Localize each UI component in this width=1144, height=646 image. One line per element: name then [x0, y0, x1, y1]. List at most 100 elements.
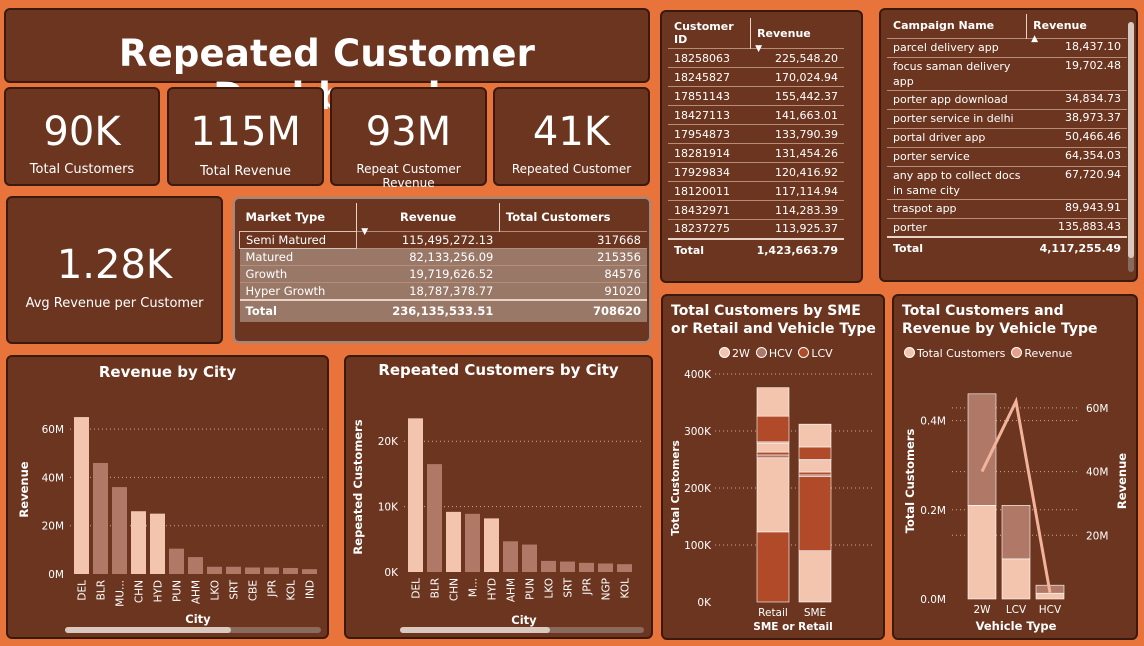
bar[interactable]	[541, 560, 556, 572]
cell: 170,024.94	[750, 67, 844, 87]
sort-asc-icon[interactable]: ▲	[1031, 34, 1038, 44]
col-header-market-type[interactable]: Market Type	[239, 203, 358, 231]
col-header-campaign-name[interactable]: Campaign Name	[887, 14, 1028, 38]
bar[interactable]	[188, 557, 203, 574]
bar[interactable]	[226, 566, 241, 574]
table-row[interactable]: 18245827 170,024.94	[668, 67, 844, 87]
table-row[interactable]: 18237275 113,925.37	[668, 219, 844, 239]
sort-desc-icon[interactable]: ▼	[755, 44, 762, 54]
bar[interactable]	[112, 487, 127, 574]
bar-segment[interactable]	[798, 550, 832, 603]
col-header-revenue[interactable]: Revenue ▲	[1027, 14, 1127, 43]
bar-segment[interactable]	[798, 423, 832, 448]
table-row[interactable]: 18427113 141,663.01	[668, 105, 844, 125]
table-row[interactable]: portal driver app 50,466.46	[887, 127, 1127, 147]
bar[interactable]	[93, 462, 108, 574]
bar[interactable]	[302, 569, 317, 574]
scrollbar-thumb[interactable]	[65, 627, 231, 633]
table-row[interactable]: 18281914 131,454.26	[668, 143, 844, 163]
col-header-revenue[interactable]: Revenue ▼	[356, 203, 500, 237]
bar-segment[interactable]	[756, 451, 790, 456]
table-row[interactable]: 17929834 120,416.92	[668, 162, 844, 182]
bar[interactable]	[617, 564, 632, 572]
table-row[interactable]: 17851143 155,442.37	[668, 86, 844, 106]
table-row[interactable]: porter service 64,354.03	[887, 146, 1127, 166]
y-tick-label: 40M	[42, 472, 64, 484]
sort-desc-icon[interactable]: ▼	[361, 227, 368, 237]
table-row[interactable]: porter app download 34,834.73	[887, 89, 1127, 109]
bar[interactable]	[408, 418, 423, 572]
bar[interactable]	[579, 562, 594, 572]
y2-tick-label: 60M	[1086, 403, 1108, 415]
horizontal-scrollbar[interactable]	[400, 627, 644, 633]
bar[interactable]	[264, 567, 279, 574]
table-row[interactable]: 18432971 114,283.39	[668, 200, 844, 220]
table-row[interactable]: traspot app 89,943.91	[887, 198, 1127, 218]
horizontal-scrollbar[interactable]	[65, 627, 321, 633]
bar[interactable]	[522, 544, 537, 572]
table-row[interactable]: porter 135,883.43	[887, 217, 1127, 237]
table-row[interactable]: Hyper Growth 18,787,378.77 91020	[239, 281, 647, 300]
kpi-total-revenue[interactable]: 115M Total Revenue	[167, 87, 324, 186]
table-row[interactable]: Growth 19,719,626.52 84576	[239, 264, 647, 282]
bar-segment[interactable]	[756, 454, 790, 459]
bar[interactable]	[245, 567, 260, 574]
kpi-repeated-customer[interactable]: 41K Repeated Customer	[493, 87, 650, 186]
bar[interactable]	[74, 417, 89, 574]
bar[interactable]	[283, 567, 298, 574]
table-row[interactable]: focus saman delivery app 19,702.48	[887, 56, 1127, 90]
col-header-customer-id[interactable]: Customer ID	[668, 18, 752, 49]
market-type-table[interactable]: Market Type Revenue ▼ Total Customers Se…	[233, 197, 651, 343]
customers-by-sme-retail-chart[interactable]: Total Customers by SME or Retail and Veh…	[661, 294, 885, 640]
cell: 82,133,256.09	[356, 247, 500, 265]
bar-segment[interactable]	[967, 505, 997, 600]
bar-segment[interactable]	[798, 471, 832, 476]
table-row[interactable]: Matured 82,133,256.09 215356	[239, 247, 647, 265]
bar[interactable]	[169, 548, 184, 574]
bar[interactable]	[427, 464, 442, 572]
table-row[interactable]: 18120011 117,114.94	[668, 181, 844, 201]
table-row[interactable]: any app to collect docs in same city 67,7…	[887, 165, 1127, 199]
table-row[interactable]: porter service in delhi 38,973.37	[887, 108, 1127, 128]
kpi-avg-revenue[interactable]: 1.28K Avg Revenue per Customer	[6, 196, 223, 344]
bar-segment[interactable]	[798, 460, 832, 473]
chart-svg: 0.0M 0.2M 0.4M 20M 40M 60M 2W LCV HCV Vehicle Typ…	[903, 393, 1129, 633]
bar-segment[interactable]	[1001, 505, 1031, 560]
bar[interactable]	[560, 561, 575, 572]
y-tick-label: 100K	[684, 540, 712, 552]
bar-segment[interactable]	[798, 446, 832, 460]
scrollbar-thumb[interactable]	[400, 627, 550, 633]
bar[interactable]	[446, 511, 461, 572]
bar-segment[interactable]	[798, 476, 832, 552]
bar[interactable]	[131, 511, 146, 574]
kpi-total-customers[interactable]: 90K Total Customers	[4, 87, 160, 186]
repeated-customers-by-city-chart[interactable]: Repeated Customers by City 0K 10K 20K DEL BL…	[344, 355, 653, 639]
bar[interactable]	[150, 513, 165, 574]
table-row[interactable]: parcel delivery app 18,437.10	[887, 37, 1127, 57]
bar-segment[interactable]	[1035, 592, 1065, 600]
table-row[interactable]: 17954873 133,790.39	[668, 124, 844, 144]
vertical-scrollbar[interactable]	[1128, 22, 1134, 272]
bar[interactable]	[484, 518, 499, 572]
bar[interactable]	[465, 513, 480, 572]
bar[interactable]	[503, 541, 518, 572]
col-header-total-customers[interactable]: Total Customers	[499, 203, 647, 231]
bar-segment[interactable]	[756, 387, 790, 417]
bar-segment[interactable]	[756, 415, 790, 443]
scrollbar-thumb[interactable]	[1128, 22, 1134, 258]
bar[interactable]	[598, 563, 613, 573]
table-row[interactable]: Semi Matured 115,495,272.13 317668	[238, 230, 647, 249]
bar-segment[interactable]	[756, 457, 790, 533]
customers-revenue-by-vehicle-chart[interactable]: Total Customers and Revenue by Vehicle T…	[892, 294, 1138, 640]
bar-segment[interactable]	[1001, 558, 1031, 600]
col-header-revenue[interactable]: Revenue ▼	[751, 18, 844, 55]
cell: 17954873	[668, 124, 751, 144]
revenue-by-city-chart[interactable]: Revenue by City 0M 20M 40M 60M DEL BLR MU... CH…	[6, 355, 329, 639]
bar[interactable]	[207, 566, 222, 574]
campaign-revenue-table[interactable]: Campaign Name Revenue ▲ parcel delivery …	[879, 8, 1138, 282]
bar-segment[interactable]	[756, 442, 790, 453]
cell: 18,787,378.77	[356, 281, 500, 300]
customer-revenue-table[interactable]: Customer ID Revenue ▼ 18258063 225,548.20…	[660, 10, 863, 283]
bar-segment[interactable]	[756, 531, 790, 603]
kpi-repeat-customer-revenue[interactable]: 93M Repeat Customer Revenue	[330, 87, 487, 190]
